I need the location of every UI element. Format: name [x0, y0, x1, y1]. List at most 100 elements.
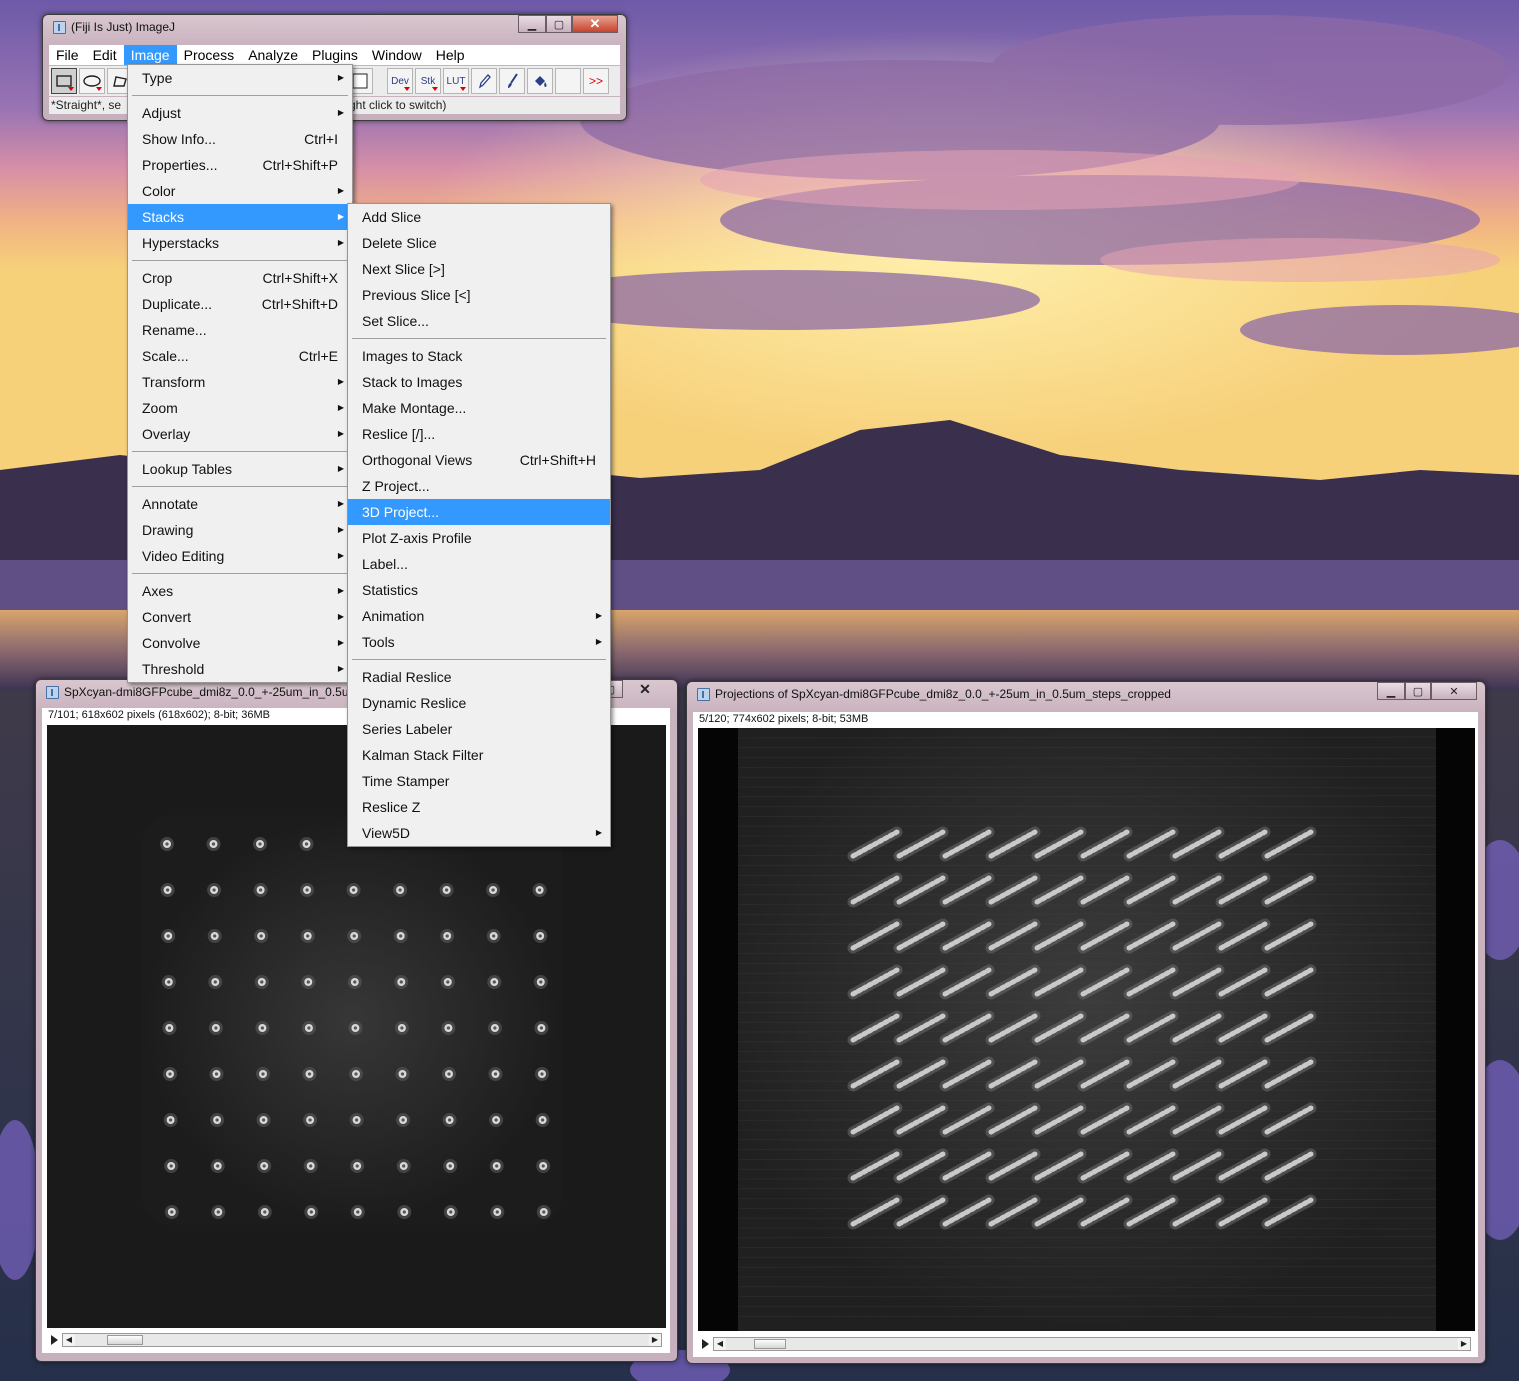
image-menu-item-convert[interactable]: Convert ▶ — [128, 604, 352, 630]
image-menu-item-transform[interactable]: Transform ▶ — [128, 369, 352, 395]
stacks-menu-item-delete-slice[interactable]: Delete Slice — [348, 230, 610, 256]
menu-separator — [348, 655, 610, 664]
oval-tool-icon[interactable] — [79, 68, 105, 94]
image-menu-item-scale[interactable]: Scale... Ctrl+E — [128, 343, 352, 369]
more-tools-icon[interactable]: >> — [583, 68, 609, 94]
stacks-menu-item-dynamic-reslice[interactable]: Dynamic Reslice — [348, 690, 610, 716]
stacks-menu-item-orthogonal-views[interactable]: Orthogonal Views Ctrl+Shift+H — [348, 447, 610, 473]
stacks-menu-item-tools[interactable]: Tools ▶ — [348, 629, 610, 655]
image-menu-item-crop[interactable]: Crop Ctrl+Shift+X — [128, 265, 352, 291]
maximize-icon[interactable]: ▢ — [1405, 682, 1431, 700]
image-menu-item-rename[interactable]: Rename... — [128, 317, 352, 343]
right-slice-scroller: ◀ ▶ — [699, 1336, 1475, 1352]
rectangle-tool-icon[interactable] — [51, 68, 77, 94]
image-menu-item-stacks[interactable]: Stacks ▶ — [128, 204, 352, 230]
image-menu-item-show-info[interactable]: Show Info... Ctrl+I — [128, 126, 352, 152]
stacks-menu-item-reslice-z[interactable]: Reslice Z — [348, 794, 610, 820]
menu-image[interactable]: Image — [123, 45, 177, 65]
menu-help[interactable]: Help — [429, 45, 472, 65]
image-menu-item-duplicate[interactable]: Duplicate... Ctrl+Shift+D — [128, 291, 352, 317]
image-menu-item-hyperstacks[interactable]: Hyperstacks ▶ — [128, 230, 352, 256]
stacks-menu-item-statistics[interactable]: Statistics — [348, 577, 610, 603]
maximize-icon[interactable]: ▢ — [546, 15, 572, 33]
menu-item-label: Transform — [142, 374, 206, 390]
bead-spot — [393, 929, 408, 943]
stacks-menu-item-3d-project[interactable]: 3D Project... — [348, 499, 610, 525]
bead-spot — [255, 1021, 270, 1035]
play-icon[interactable] — [699, 1336, 713, 1352]
menu-analyze[interactable]: Analyze — [241, 45, 305, 65]
image-menu-item-convolve[interactable]: Convolve ▶ — [128, 630, 352, 656]
image-menu-item-adjust[interactable]: Adjust ▶ — [128, 100, 352, 126]
slice-scrollbar[interactable]: ◀ ▶ — [62, 1333, 662, 1347]
image-menu-item-lookup-tables[interactable]: Lookup Tables ▶ — [128, 456, 352, 482]
stacks-menu-item-next-slice[interactable]: Next Slice [>] — [348, 256, 610, 282]
menu-item-label: Delete Slice — [362, 235, 437, 251]
stacks-menu-item-add-slice[interactable]: Add Slice — [348, 204, 610, 230]
brush-tool-icon[interactable] — [499, 68, 525, 94]
right-image-canvas[interactable] — [698, 728, 1475, 1331]
stacks-menu-item-kalman-stack-filter[interactable]: Kalman Stack Filter — [348, 742, 610, 768]
image-menu-item-color[interactable]: Color ▶ — [128, 178, 352, 204]
flood-fill-tool-icon[interactable] — [527, 68, 553, 94]
menu-process[interactable]: Process — [177, 45, 242, 65]
scroll-left-arrow-icon[interactable]: ◀ — [714, 1338, 726, 1350]
menu-item-label: Drawing — [142, 522, 194, 538]
stacks-menu-item-label[interactable]: Label... — [348, 551, 610, 577]
empty-tool-slot[interactable] — [555, 68, 581, 94]
image-menu-item-properties[interactable]: Properties... Ctrl+Shift+P — [128, 152, 352, 178]
play-icon[interactable] — [48, 1332, 62, 1348]
image-menu-item-annotate[interactable]: Annotate ▶ — [128, 491, 352, 517]
stacks-menu-item-radial-reslice[interactable]: Radial Reslice — [348, 664, 610, 690]
scroll-right-arrow-icon[interactable]: ▶ — [649, 1334, 661, 1346]
status-text-right: ght click to switch) — [349, 98, 447, 112]
image-menu-item-video-editing[interactable]: Video Editing ▶ — [128, 543, 352, 569]
stacks-menu-item-series-labeler[interactable]: Series Labeler — [348, 716, 610, 742]
scroll-right-arrow-icon[interactable]: ▶ — [1458, 1338, 1470, 1350]
stacks-menu-item-previous-slice[interactable]: Previous Slice [<] — [348, 282, 610, 308]
slice-scroll-thumb[interactable] — [754, 1339, 786, 1349]
image-menu-item-overlay[interactable]: Overlay ▶ — [128, 421, 352, 447]
menu-window[interactable]: Window — [365, 45, 429, 65]
right-image-window: Projections of SpXcyan-dmi8GFPcube_dmi8z… — [686, 681, 1486, 1364]
lut-menu-icon[interactable]: LUT — [443, 68, 469, 94]
pencil-tool-icon[interactable] — [471, 68, 497, 94]
close-icon[interactable]: ✕ — [1431, 682, 1477, 700]
minimize-icon[interactable]: ▁ — [518, 15, 546, 33]
menu-item-label: Scale... — [142, 348, 189, 364]
bead-spot — [208, 975, 223, 989]
scroll-left-arrow-icon[interactable]: ◀ — [63, 1334, 75, 1346]
stacks-menu-item-set-slice[interactable]: Set Slice... — [348, 308, 610, 334]
menu-item-label: Stacks — [142, 209, 185, 225]
right-titlebar[interactable]: Projections of SpXcyan-dmi8GFPcube_dmi8z… — [687, 682, 1485, 706]
slice-scroll-thumb[interactable] — [107, 1335, 143, 1345]
menu-edit[interactable]: Edit — [86, 45, 124, 65]
slice-scrollbar[interactable]: ◀ ▶ — [713, 1337, 1471, 1351]
bead-spot — [439, 883, 454, 897]
titlebar[interactable]: (Fiji Is Just) ImageJ ▁ ▢ ✕ — [43, 15, 626, 39]
stacks-menu-item-plot-z-axis-profile[interactable]: Plot Z-axis Profile — [348, 525, 610, 551]
menu-item-label: View5D — [362, 825, 410, 841]
minimize-icon[interactable]: ▁ — [1377, 682, 1405, 700]
image-menu-item-threshold[interactable]: Threshold ▶ — [128, 656, 352, 682]
stacks-menu-item-stack-to-images[interactable]: Stack to Images — [348, 369, 610, 395]
close-icon[interactable]: ✕ — [623, 680, 667, 698]
menu-file[interactable]: File — [49, 45, 86, 65]
image-menu-item-drawing[interactable]: Drawing ▶ — [128, 517, 352, 543]
stacks-menu-item-view5d[interactable]: View5D ▶ — [348, 820, 610, 846]
close-icon[interactable]: ✕ — [572, 15, 618, 33]
image-menu-item-axes[interactable]: Axes ▶ — [128, 578, 352, 604]
stacks-menu-item-animation[interactable]: Animation ▶ — [348, 603, 610, 629]
stacks-menu-item-z-project[interactable]: Z Project... — [348, 473, 610, 499]
menu-plugins[interactable]: Plugins — [305, 45, 365, 65]
stacks-menu-item-time-stamper[interactable]: Time Stamper — [348, 768, 610, 794]
image-menu-item-type[interactable]: Type ▶ — [128, 65, 352, 91]
submenu-arrow-icon: ▶ — [595, 828, 602, 837]
stacks-menu-item-images-to-stack[interactable]: Images to Stack — [348, 343, 610, 369]
image-menu-item-zoom[interactable]: Zoom ▶ — [128, 395, 352, 421]
dev-menu-icon[interactable]: Dev — [387, 68, 413, 94]
stacks-menu-item-reslice[interactable]: Reslice [/]... — [348, 421, 610, 447]
stacks-menu-item-make-montage[interactable]: Make Montage... — [348, 395, 610, 421]
stk-menu-icon[interactable]: Stk — [415, 68, 441, 94]
menu-item-label: Tools — [362, 634, 395, 650]
